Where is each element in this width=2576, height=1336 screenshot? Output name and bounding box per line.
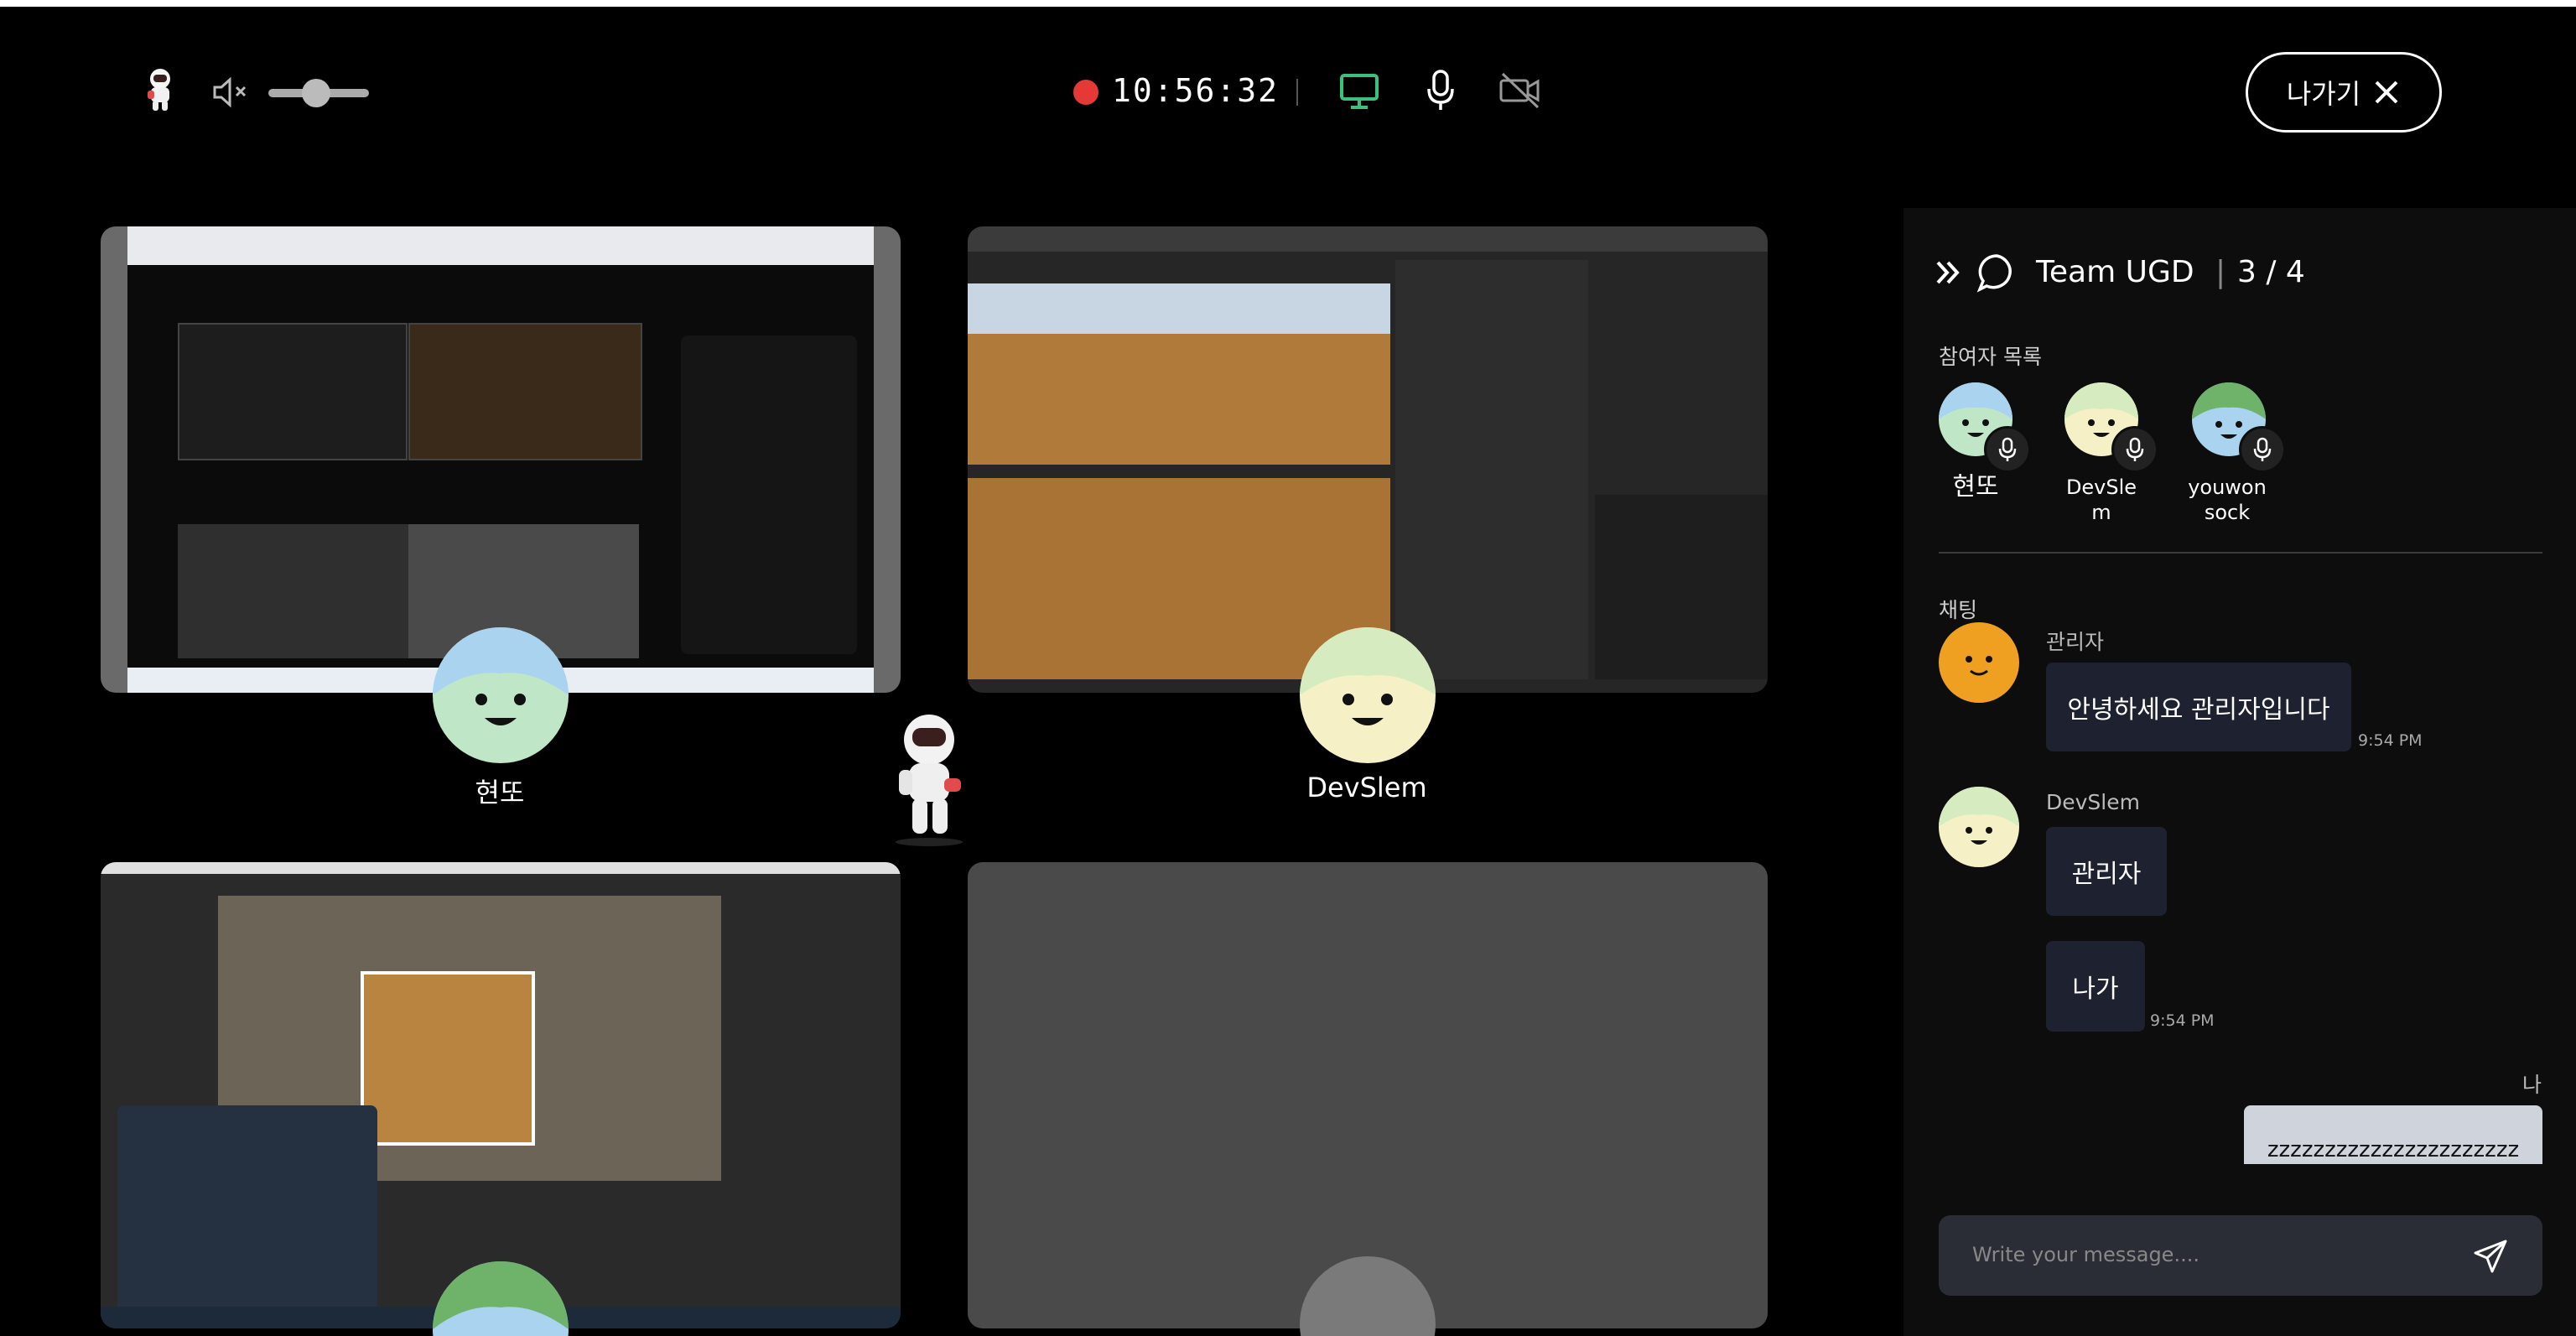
microphone-icon <box>2111 426 2158 473</box>
participant-count: 3 / 4 <box>2237 255 2305 289</box>
camera-off-icon[interactable] <box>1498 70 1543 111</box>
close-icon <box>2375 81 2398 104</box>
tile-name-label: 현또 <box>475 777 525 808</box>
recording-timer: 10:56:32 <box>1112 72 1280 109</box>
editor-toolbar <box>968 226 1768 252</box>
participant-face-avatar <box>1300 1256 1436 1336</box>
hierarchy-panel <box>1395 260 1588 679</box>
participant-face-avatar <box>1300 627 1436 763</box>
sender-avatar <box>1939 787 2019 867</box>
message-sender: DevSlem <box>2046 790 2140 814</box>
message-time: 9:54 PM <box>2150 1011 2215 1030</box>
team-name: Team UGD <box>2036 255 2194 289</box>
participant-face-avatar <box>433 1261 569 1336</box>
browser-chrome <box>127 226 874 265</box>
video-tile-1[interactable] <box>101 226 901 693</box>
sender-avatar <box>1939 622 2019 703</box>
recording-dot-icon <box>1073 80 1098 105</box>
exit-button[interactable]: 나가기 <box>2246 52 2442 133</box>
collapse-panel-icon[interactable] <box>1934 258 1962 287</box>
maze-floor <box>361 971 535 1146</box>
message-sender: 나 <box>2522 1073 2542 1097</box>
volume-slider-knob[interactable] <box>302 79 330 107</box>
message-time: 9:54 PM <box>2358 731 2423 750</box>
chat-bubble-icon <box>1976 252 2018 294</box>
message-bubble: zzzzzzzzzzzzzzzzzzzzzz <box>2244 1105 2542 1164</box>
editor-titlebar <box>101 862 901 874</box>
participant-name: 현또 <box>1952 472 1999 502</box>
send-icon[interactable] <box>2472 1238 2509 1275</box>
window-top-border <box>0 0 2576 7</box>
participant-face-avatar <box>433 627 569 763</box>
console-panel <box>1595 495 1768 679</box>
section-divider <box>1939 552 2542 554</box>
message-sender: 관리자 <box>2046 630 2105 654</box>
chat-panel <box>1903 208 2576 1336</box>
nested-chat-panel <box>681 335 857 654</box>
own-message-clip: zzzzzzzzzzzzzzzzzzzzzz <box>2244 1105 2542 1164</box>
participant-name: youwon sock <box>2188 476 2267 524</box>
exit-button-label: 나가기 <box>2286 78 2361 110</box>
topbar-divider <box>1296 79 1298 106</box>
scene-view <box>968 283 1390 465</box>
video-tile-2[interactable] <box>968 226 1768 693</box>
chat-label: 채팅 <box>1939 598 1978 622</box>
message-input-placeholder: Write your message.... <box>1972 1243 2199 1266</box>
microphone-icon <box>2239 426 2286 473</box>
video-tile-3[interactable] <box>101 862 901 1328</box>
nested-tile <box>408 323 642 460</box>
shared-screen-browser <box>127 226 874 693</box>
message-bubble: 안녕하세요 관리자입니다 <box>2046 663 2351 751</box>
title-separator: | <box>2215 255 2226 289</box>
tile-name-label: DevSlem <box>1306 772 1427 803</box>
message-bubble: 나가 <box>2046 941 2145 1032</box>
windows-start-menu <box>117 1105 377 1315</box>
message-bubble: 관리자 <box>2046 827 2167 916</box>
scene-sky <box>968 283 1390 334</box>
screen-share-icon[interactable] <box>1338 72 1380 111</box>
participant-name: DevSle m <box>2065 476 2137 524</box>
microphone-icon <box>1984 426 2031 473</box>
astronaut-avatar-icon[interactable] <box>143 67 178 114</box>
astronaut-character-icon[interactable] <box>891 711 968 847</box>
speaker-muted-icon[interactable] <box>211 75 253 109</box>
microphone-icon[interactable] <box>1426 69 1456 112</box>
nested-tile <box>178 524 408 658</box>
nested-tile <box>178 323 408 460</box>
participants-label: 참여자 목록 <box>1939 345 2042 369</box>
